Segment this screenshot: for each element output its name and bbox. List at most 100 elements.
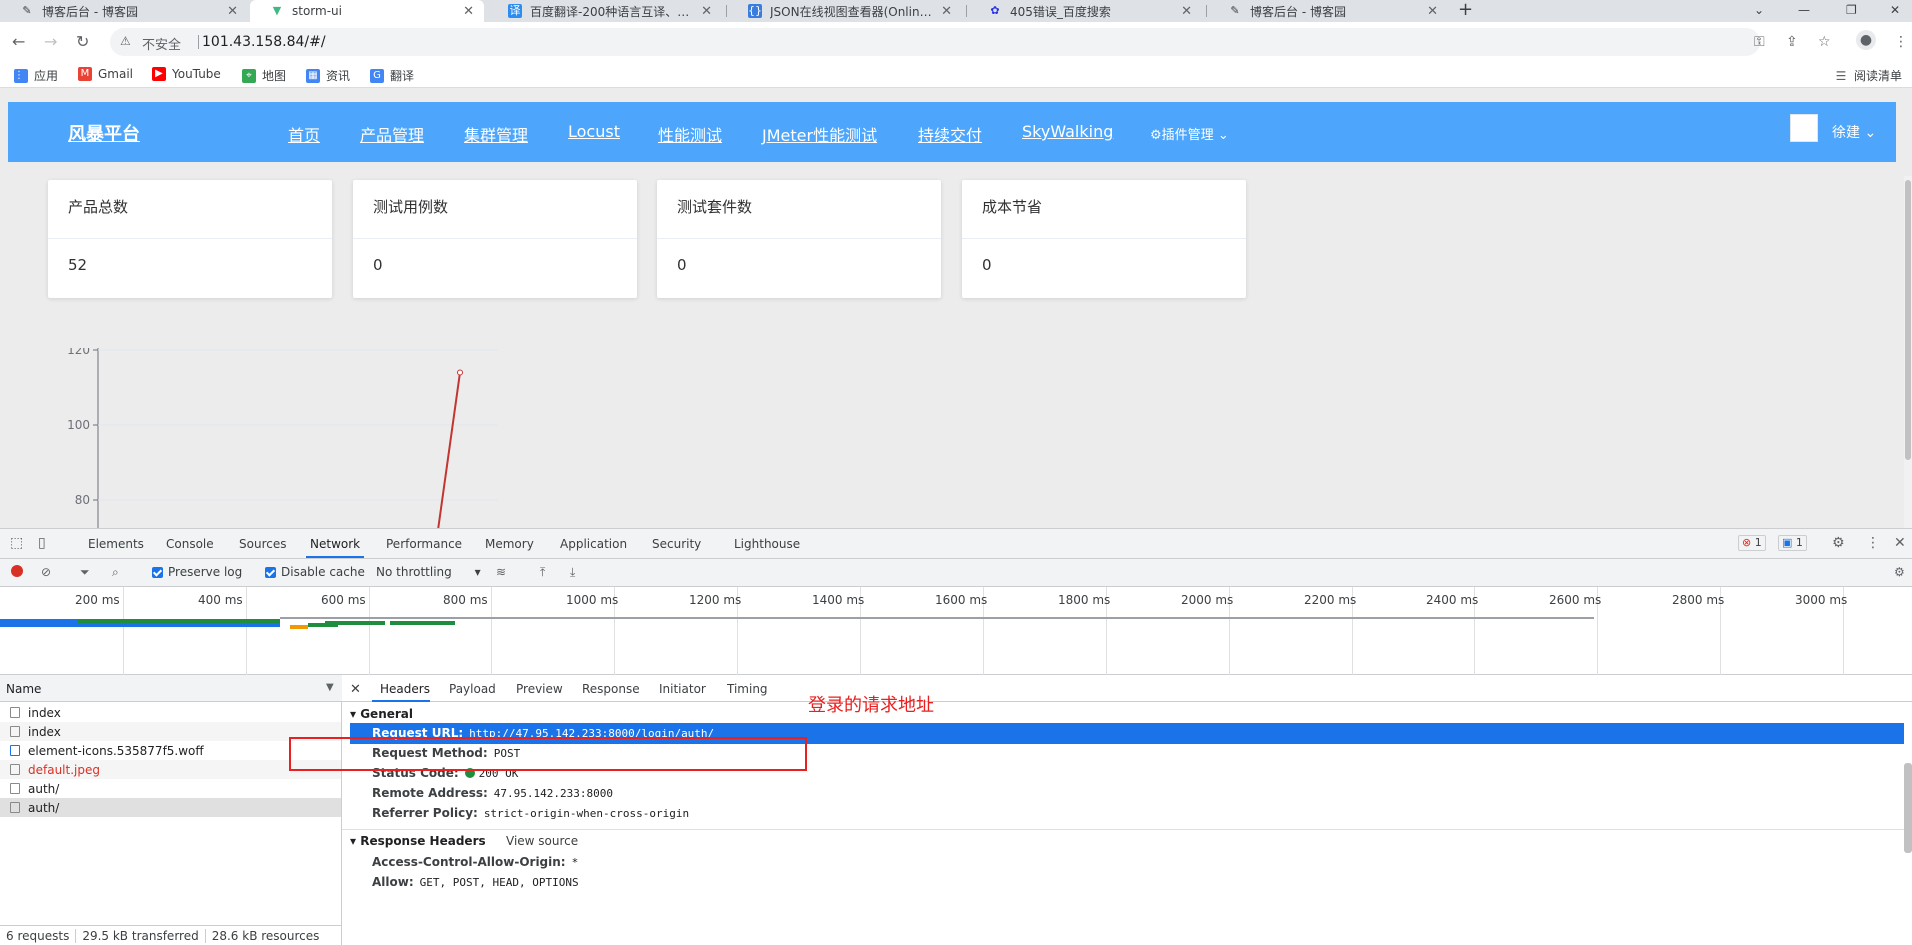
nav-locust[interactable]: Locust — [568, 122, 620, 141]
disable-cache-checkbox[interactable]: Disable cache — [265, 565, 365, 579]
request-row[interactable]: index — [0, 703, 341, 722]
allow-header-row[interactable]: Allow: GET, POST, HEAD, OPTIONS — [372, 875, 579, 889]
tab-timing[interactable]: Timing — [727, 682, 768, 696]
tab-headers[interactable]: Headers — [380, 682, 430, 696]
remote-address-row[interactable]: Remote Address: 47.95.142.233:8000 — [372, 786, 613, 800]
insecure-label[interactable]: 不安全 — [142, 34, 181, 53]
close-tab-icon[interactable]: ✕ — [1427, 4, 1438, 19]
restore-icon[interactable]: ❐ — [1846, 0, 1857, 22]
bookmark-news[interactable]: ▦ 资讯 — [306, 67, 350, 84]
avatar[interactable] — [1790, 114, 1818, 142]
network-conditions-icon[interactable]: ≋ — [496, 565, 506, 579]
url-text[interactable]: 101.43.158.84/#/ — [202, 34, 326, 50]
request-row[interactable]: auth/ — [0, 798, 341, 817]
nav-jmeter[interactable]: JMeter性能测试 — [762, 122, 877, 146]
close-tab-icon[interactable]: ✕ — [701, 4, 712, 19]
tab-sources[interactable]: Sources — [239, 537, 286, 551]
close-detail-icon[interactable]: ✕ — [350, 682, 361, 697]
scrollbar-thumb[interactable] — [1905, 180, 1911, 460]
star-icon[interactable]: ☆ — [1818, 34, 1831, 50]
browser-tab-5[interactable]: ✿ 405错误_百度搜索 ✕ — [968, 0, 1202, 22]
tab-console[interactable]: Console — [166, 537, 214, 551]
export-har-icon[interactable]: ⤓ — [570, 565, 575, 580]
error-badge[interactable]: ⊗ 1 — [1738, 535, 1766, 551]
tab-security[interactable]: Security — [652, 537, 701, 551]
bookmark-translate[interactable]: G 翻译 — [370, 67, 414, 84]
request-row[interactable]: auth/ — [0, 779, 341, 798]
network-settings-icon[interactable]: ⚙ — [1894, 565, 1905, 579]
view-source-link[interactable]: View source — [506, 834, 578, 848]
tab-elements[interactable]: Elements — [88, 537, 144, 551]
nav-cd[interactable]: 持续交付 — [918, 122, 982, 146]
nav-perf-test[interactable]: 性能测试 — [658, 122, 722, 146]
throttling-select[interactable]: No throttling ▾ — [376, 565, 481, 579]
reload-icon[interactable]: ↻ — [76, 32, 89, 52]
acao-header-row[interactable]: Access-Control-Allow-Origin: * — [372, 855, 578, 869]
bookmark-gmail[interactable]: M Gmail — [78, 67, 133, 81]
close-tab-icon[interactable]: ✕ — [1181, 4, 1192, 19]
request-name: auth/ — [28, 781, 60, 796]
message-badge[interactable]: ▣ 1 — [1778, 535, 1807, 551]
bookmark-apps[interactable]: ⋮⋮ 应用 — [14, 67, 58, 84]
inspect-element-icon[interactable]: ⬚ — [10, 535, 23, 551]
referrer-policy-row[interactable]: Referrer Policy: strict-origin-when-cross… — [372, 806, 689, 820]
preserve-log-checkbox[interactable]: Preserve log — [152, 565, 242, 579]
close-devtools-icon[interactable]: ✕ — [1894, 535, 1906, 551]
reading-list[interactable]: ☰ 阅读清单 — [1834, 67, 1902, 84]
clear-icon[interactable]: ⊘ — [41, 565, 51, 579]
user-menu[interactable]: 徐建 ⌄ — [1832, 122, 1876, 142]
menu-icon[interactable]: ⋮ — [1894, 34, 1908, 50]
browser-tab-2[interactable]: ▼ storm-ui ✕ — [250, 0, 484, 22]
tab-response[interactable]: Response — [582, 682, 640, 696]
profile-icon[interactable]: ● — [1856, 30, 1876, 50]
tab-performance[interactable]: Performance — [386, 537, 462, 551]
brand-link[interactable]: 风暴平台 — [68, 120, 140, 146]
active-detail-tab-indicator — [372, 700, 430, 702]
network-timeline-overview[interactable]: 200 ms 400 ms 600 ms 800 ms 1000 ms 1200 ms 14… — [0, 587, 1912, 675]
filter-icon[interactable]: ⏷ — [80, 565, 90, 580]
detail-scrollbar[interactable] — [1904, 763, 1912, 853]
forward-icon[interactable]: → — [44, 32, 57, 52]
nav-products[interactable]: 产品管理 — [360, 122, 424, 146]
warning-icon[interactable]: ⚠ — [120, 34, 131, 48]
minimize-icon[interactable]: — — [1798, 0, 1810, 22]
page-scrollbar[interactable] — [1904, 176, 1912, 528]
tab-network[interactable]: Network — [310, 537, 360, 551]
close-tab-icon[interactable]: ✕ — [227, 4, 238, 19]
close-tab-icon[interactable]: ✕ — [463, 4, 474, 19]
back-icon[interactable]: ← — [12, 32, 25, 52]
general-section-toggle[interactable]: ▾ General — [350, 707, 413, 721]
nav-home[interactable]: 首页 — [288, 122, 320, 146]
browser-tab-4[interactable]: {} JSON在线视图查看器(Online JSON Viewer) ✕ — [728, 0, 962, 22]
share-icon[interactable]: ⇪ — [1786, 34, 1798, 50]
bookmark-maps[interactable]: ⌖ 地图 — [242, 67, 286, 84]
search-icon[interactable]: ⌕ — [112, 565, 119, 580]
import-har-icon[interactable]: ⤒ — [540, 565, 545, 580]
nav-clusters[interactable]: 集群管理 — [464, 122, 528, 146]
response-headers-toggle[interactable]: ▾ Response Headers — [350, 834, 486, 848]
tab-application[interactable]: Application — [560, 537, 627, 551]
device-toolbar-icon[interactable]: ▯ — [38, 535, 46, 551]
bookmark-youtube[interactable]: ▶ YouTube — [152, 67, 221, 81]
key-icon[interactable]: ⚿ — [1754, 34, 1765, 50]
address-bar[interactable]: ⚠ 不安全 101.43.158.84/#/ — [110, 28, 1760, 56]
tab-memory[interactable]: Memory — [485, 537, 534, 551]
nav-skywalking[interactable]: SkyWalking — [1022, 122, 1113, 141]
tab-search-chevron-icon[interactable]: ⌄ — [1754, 0, 1764, 22]
settings-gear-icon[interactable]: ⚙ — [1832, 535, 1845, 551]
new-tab-icon[interactable]: + — [1458, 0, 1473, 22]
browser-tab-3[interactable]: 译 百度翻译-200种语言互译、沟通全世界 ✕ — [488, 0, 722, 22]
plugin-menu[interactable]: ⚙插件管理 ⌄ — [1150, 124, 1229, 143]
browser-tab-1[interactable]: ✎ 博客后台 - 博客园 ✕ — [0, 0, 248, 22]
record-icon[interactable] — [11, 565, 23, 577]
tab-initiator[interactable]: Initiator — [659, 682, 706, 696]
close-window-icon[interactable]: ✕ — [1890, 0, 1900, 22]
tab-lighthouse[interactable]: Lighthouse — [734, 537, 800, 551]
tab-payload[interactable]: Payload — [449, 682, 496, 696]
data-point[interactable] — [457, 369, 463, 376]
tab-preview[interactable]: Preview — [516, 682, 563, 696]
browser-tab-6[interactable]: ✎ 博客后台 - 博客园 ✕ — [1208, 0, 1448, 22]
close-tab-icon[interactable]: ✕ — [941, 4, 952, 19]
more-menu-icon[interactable]: ⋮ — [1866, 535, 1880, 551]
name-column-header[interactable]: Name ▼ — [0, 675, 342, 702]
